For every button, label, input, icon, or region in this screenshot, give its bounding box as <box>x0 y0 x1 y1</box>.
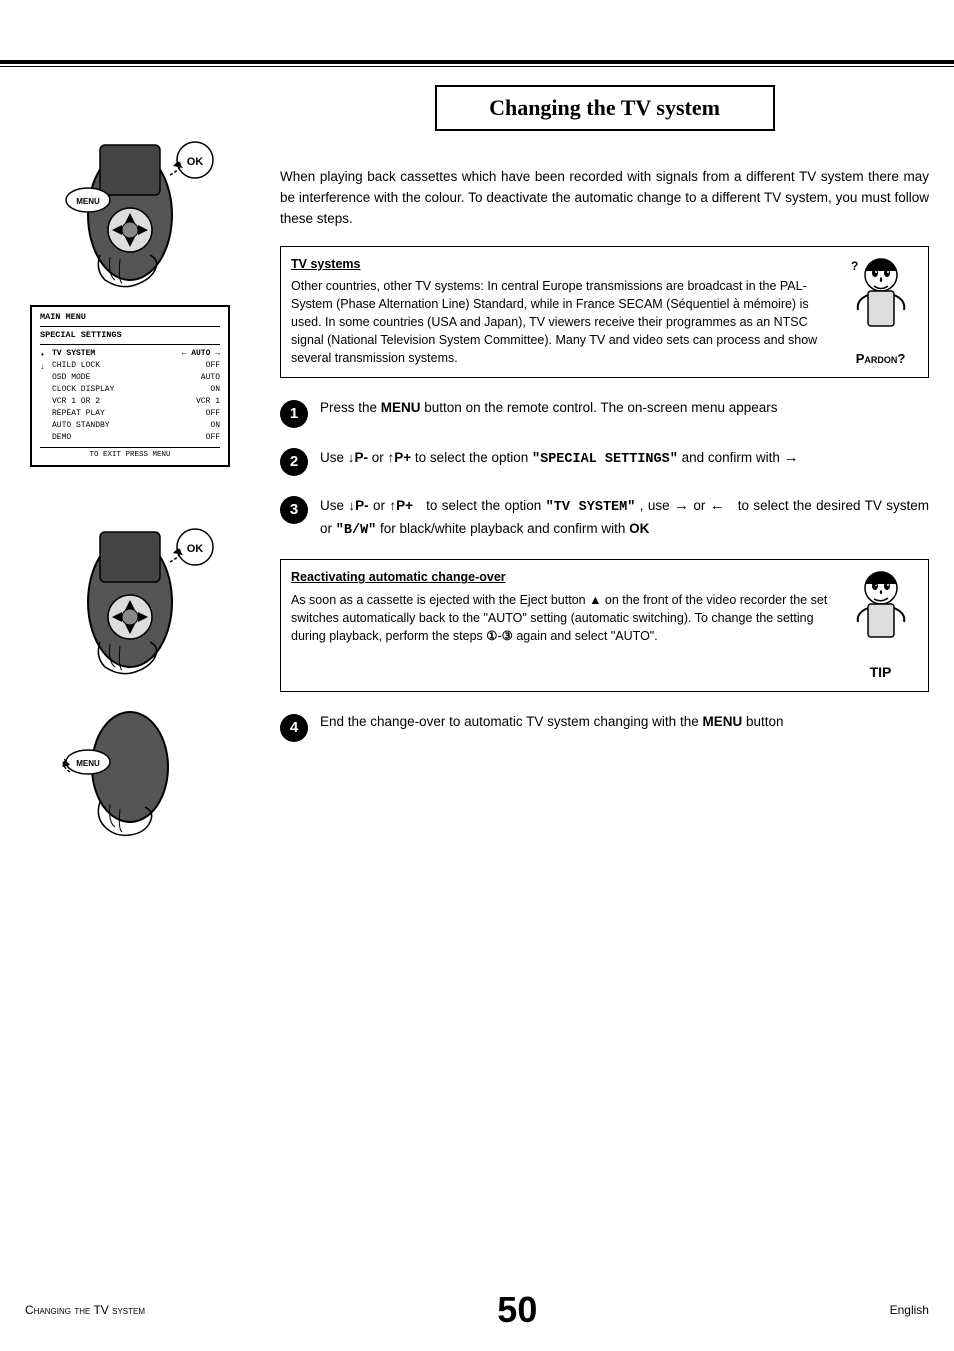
step-1: 1 Press the MENU button on the remote co… <box>280 398 929 428</box>
top-decorative-lines <box>0 60 954 67</box>
pardon-label: Pardon? <box>856 350 906 369</box>
footer-right: English <box>890 1303 929 1317</box>
footer: Changing the TV system 50 English <box>0 1289 954 1331</box>
left-column: OK MENU <box>0 75 260 1351</box>
tip-box-text: As soon as a cassette is ejected with th… <box>291 591 833 645</box>
menu-title-1: MAIN MENU <box>40 312 220 327</box>
menu-footer: TO EXIT PRESS MENU <box>40 447 220 461</box>
tv-systems-text: Other countries, other TV systems: In ce… <box>291 277 833 368</box>
step-1-text: Press the MENU button on the remote cont… <box>320 398 929 419</box>
step-2-text: Use ↓P- or ↑P+ to select the option "SPE… <box>320 446 929 471</box>
step-4-number: 4 <box>280 714 308 742</box>
step-2-number: 2 <box>280 448 308 476</box>
step-3: 3 Use ↓P- or ↑P+ to select the option "T… <box>280 494 929 542</box>
svg-text:MENU: MENU <box>76 197 100 206</box>
title-row: Changing the TV system <box>280 85 929 149</box>
remote-illustration-1: OK MENU <box>40 85 220 285</box>
step-3-text: Use ↓P- or ↑P+ to select the option "TV … <box>320 494 929 542</box>
tip-figure: TIP <box>843 568 918 682</box>
tv-systems-box: TV systems Other countries, other TV sys… <box>280 246 929 378</box>
svg-text:OK: OK <box>187 543 204 555</box>
remote-illustration-2: OK <box>40 477 220 677</box>
tv-systems-content: TV systems Other countries, other TV sys… <box>291 255 833 368</box>
title-box: Changing the TV system <box>435 85 775 131</box>
step-4: 4 End the change-over to automatic TV sy… <box>280 712 929 742</box>
page-title: Changing the TV system <box>457 95 753 121</box>
svg-text:OK: OK <box>187 156 204 168</box>
footer-page-number: 50 <box>497 1289 537 1331</box>
intro-paragraph: When playing back cassettes which have b… <box>280 167 929 230</box>
right-column: Changing the TV system When playing back… <box>260 75 954 1351</box>
step-4-text: End the change-over to automatic TV syst… <box>320 712 929 733</box>
tv-systems-title: TV systems <box>291 255 833 273</box>
step-3-number: 3 <box>280 496 308 524</box>
tip-label: TIP <box>870 662 892 682</box>
tv-systems-figure: ? Pardon? <box>843 255 918 369</box>
svg-text:?: ? <box>851 259 858 273</box>
svg-text:MENU: MENU <box>76 759 100 768</box>
tip-box-content: Reactivating automatic change-over As so… <box>291 568 833 645</box>
step-2: 2 Use ↓P- or ↑P+ to select the option "S… <box>280 446 929 476</box>
menu-title-2: SPECIAL SETTINGS <box>40 330 220 345</box>
tip-box-title: Reactivating automatic change-over <box>291 568 833 586</box>
remote-illustration-3: MENU <box>40 697 220 857</box>
menu-screen: MAIN MENU SPECIAL SETTINGS • ↓ TV SYSTEM… <box>30 305 230 467</box>
footer-left: Changing the TV system <box>25 1303 145 1317</box>
step-1-number: 1 <box>280 400 308 428</box>
tip-box: Reactivating automatic change-over As so… <box>280 559 929 691</box>
